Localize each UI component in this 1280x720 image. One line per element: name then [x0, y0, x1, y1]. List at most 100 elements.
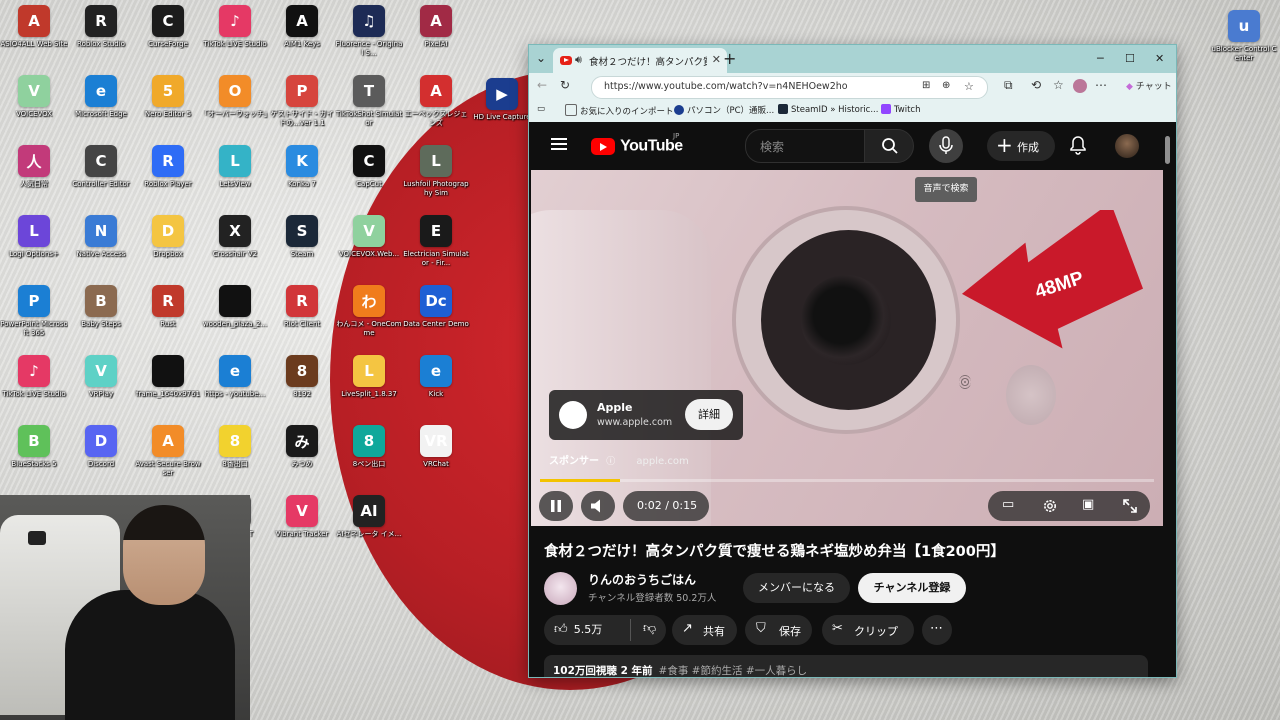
subscribe-button[interactable]: チャンネル登録: [858, 573, 966, 603]
hashtags[interactable]: #食事 #節約生活 #一人暮らし: [659, 665, 808, 677]
desktop-icon[interactable]: B BlueStacks 5: [0, 425, 68, 469]
desktop-icon[interactable]: ♪ TikTok LIVE Studio: [0, 355, 68, 399]
desktop-icon[interactable]: A ASIO4ALL Web Site: [0, 5, 68, 49]
favorite-item[interactable]: お気に入りのインポート: [565, 104, 674, 117]
desktop-icon[interactable]: V VOICEVOX.Web...: [335, 215, 403, 259]
save-button[interactable]: ⛉ 保存: [745, 615, 812, 645]
favorites-icon[interactable]: ☆: [1053, 78, 1064, 92]
minimize-button[interactable]: ─: [1097, 52, 1104, 65]
desktop-icon[interactable]: 8 8ペン出口: [335, 425, 403, 469]
desktop-icon[interactable]: わわんコメ - OneComme: [335, 285, 403, 338]
favorite-item[interactable]: SteamID » Historic...: [778, 104, 878, 115]
notifications-bell-icon[interactable]: [1069, 135, 1087, 155]
tab-youtube[interactable]: 🔊︎ 食材２つだけ！高タンパク質で痩せる鶏ネギ ✕: [553, 48, 727, 73]
close-window-button[interactable]: ✕: [1155, 52, 1164, 65]
desktop-icon[interactable]: D Dropbox: [134, 215, 202, 259]
tab-actions-icon[interactable]: ⌄: [536, 51, 546, 65]
subtitles-icon[interactable]: ▭: [1002, 497, 1014, 512]
refresh-icon[interactable]: ↻: [560, 78, 570, 92]
video-player[interactable]: 48MP Apple www.apple.com 詳細 スポンサー ⓘ appl…: [531, 170, 1163, 526]
desktop-icon[interactable]: ♫ Fluorence - Original S...: [335, 5, 403, 58]
desktop-icon[interactable]: D Discord: [67, 425, 135, 469]
desktop-icon[interactable]: A Avast Secure Browser: [134, 425, 202, 478]
desktop-icon[interactable]: P PowerPoint Microsoft 365: [0, 285, 68, 338]
desktop-icon[interactable]: u uBlocker Control Center: [1210, 10, 1278, 63]
clip-button[interactable]: ✂ クリップ: [822, 615, 914, 645]
reading-list-icon[interactable]: ▭: [537, 104, 545, 114]
desktop-icon[interactable]: R Roblox Player: [134, 145, 202, 189]
zoom-icon[interactable]: ⊕: [942, 80, 950, 91]
desktop-icon[interactable]: B Baby Steps: [67, 285, 135, 329]
desktop-icon[interactable]: N Native Access: [67, 215, 135, 259]
volume-button[interactable]: [581, 491, 615, 521]
desktop-icon[interactable]: L LiveSplit_1.8.37: [335, 355, 403, 399]
account-avatar[interactable]: [1115, 134, 1139, 158]
desktop-icon[interactable]: C CurseForge: [134, 5, 202, 49]
desktop-icon[interactable]: O 「オーバーウォッチ」: [201, 75, 269, 119]
search-input[interactable]: 検索: [745, 129, 865, 163]
ad-card[interactable]: Apple www.apple.com 詳細: [549, 390, 743, 440]
profile-avatar[interactable]: [1073, 79, 1087, 93]
fullscreen-icon[interactable]: [1122, 498, 1138, 514]
desktop-icon[interactable]: C Controller Editor: [67, 145, 135, 189]
desktop-icon[interactable]: frame_1640x9761: [134, 355, 202, 399]
app-available-icon[interactable]: ⊞: [922, 80, 930, 91]
sponsor-domain[interactable]: apple.com: [636, 456, 688, 467]
desktop-icon[interactable]: V VOICEVOX: [0, 75, 68, 119]
desktop-icon[interactable]: A PixelAI: [402, 5, 470, 49]
maximize-button[interactable]: ☐: [1125, 52, 1135, 65]
desktop-icon[interactable]: L Logi Options+: [0, 215, 68, 259]
more-menu-icon[interactable]: ⋯: [1095, 78, 1107, 92]
desktop-icon[interactable]: 8 8番出口: [201, 425, 269, 469]
search-button[interactable]: [864, 129, 914, 163]
pause-button[interactable]: [539, 491, 573, 521]
desktop-icon[interactable]: e Microsoft Edge: [67, 75, 135, 119]
address-bar[interactable]: https://www.youtube.com/watch?v=n4NEHOew…: [591, 76, 988, 99]
desktop-icon[interactable]: R Rust: [134, 285, 202, 329]
channel-name[interactable]: りんのおうちごはん: [588, 571, 696, 588]
channel-avatar[interactable]: [544, 572, 577, 605]
progress-bar[interactable]: [540, 479, 1154, 482]
close-tab-icon[interactable]: ✕: [712, 53, 721, 66]
settings-gear-icon[interactable]: [1042, 498, 1058, 514]
ad-details-button[interactable]: 詳細: [685, 399, 733, 430]
desktop-icon[interactable]: e https - youtube...: [201, 355, 269, 399]
desktop-icon[interactable]: L Lushfoil Photography Sim: [402, 145, 470, 198]
desktop-icon[interactable]: R Riot Client: [268, 285, 336, 329]
thumbs-down-icon[interactable]: 👎︎: [643, 621, 656, 636]
create-button[interactable]: + 作成: [987, 131, 1055, 161]
page-scrollbar[interactable]: [1165, 136, 1170, 164]
desktop-icon[interactable]: みみつめ: [268, 425, 336, 469]
desktop-icon[interactable]: ♪ TikTok LIVE Studio: [201, 5, 269, 49]
desktop-icon[interactable]: T TikTokShot Simulator: [335, 75, 403, 128]
share-button[interactable]: ↗ 共有: [672, 615, 737, 645]
desktop-icon[interactable]: K Konka 7: [268, 145, 336, 189]
desktop-icon[interactable]: L LetsView: [201, 145, 269, 189]
desktop-icon[interactable]: S Steam: [268, 215, 336, 259]
desktop-icon[interactable]: 5 Nero Editor 5: [134, 75, 202, 119]
copilot-button[interactable]: ◆ チャット: [1126, 79, 1172, 92]
desktop-icon[interactable]: Dc Data Center Demo: [402, 285, 470, 329]
favorite-item[interactable]: Twitch: [881, 104, 921, 115]
extensions-icon[interactable]: ⧉: [1004, 78, 1013, 93]
desktop-icon[interactable]: P ゲストサイド・ガイドの...ver 1.1: [268, 75, 336, 128]
desktop-icon[interactable]: e Kick: [402, 355, 470, 399]
desktop-icon[interactable]: A エーペックスレジェンズ: [402, 75, 470, 128]
favorite-item[interactable]: パソコン（PC）通販...: [674, 104, 774, 116]
like-button[interactable]: 👍︎ 5.5万: [554, 621, 602, 637]
desktop-icon[interactable]: C CapCut: [335, 145, 403, 189]
desktop-icon[interactable]: E Electrician Simulator - Fir...: [402, 215, 470, 268]
desktop-icon[interactable]: R Roblox Studio: [67, 5, 135, 49]
desktop-icon[interactable]: V Vibrant Tracker: [268, 495, 336, 539]
desktop-icon[interactable]: X Crosshair V2: [201, 215, 269, 259]
menu-icon[interactable]: [551, 138, 567, 150]
new-tab-button[interactable]: +: [723, 49, 736, 68]
favorite-star-icon[interactable]: ☆: [964, 80, 974, 93]
desktop-icon[interactable]: V VRPlay: [67, 355, 135, 399]
desktop-icon[interactable]: A AIM1 Keys: [268, 5, 336, 49]
desktop-icon[interactable]: 8 8192: [268, 355, 336, 399]
theater-mode-icon[interactable]: ▣: [1082, 497, 1094, 512]
description-box[interactable]: 102万回視聴 2 年前 #食事 #節約生活 #一人暮らし: [544, 655, 1148, 677]
desktop-icon[interactable]: ▶ HD Live Capture: [468, 78, 536, 122]
info-icon[interactable]: ⓘ: [606, 457, 615, 467]
